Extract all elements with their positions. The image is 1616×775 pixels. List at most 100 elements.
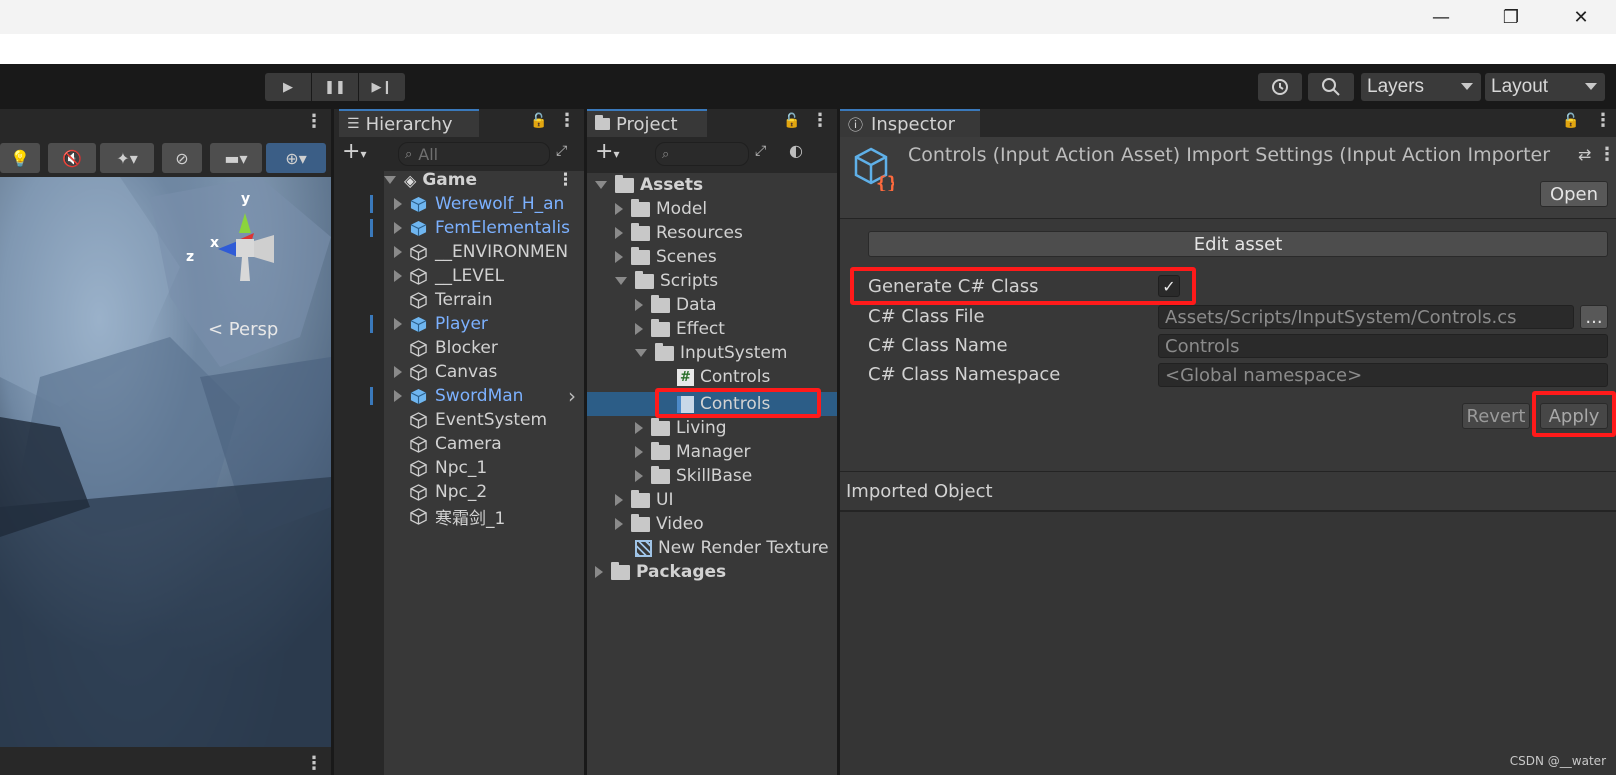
tab-inspector[interactable]: ⓘ Inspector (840, 109, 980, 137)
persp-label[interactable]: < Persp (208, 319, 278, 340)
class-name-field[interactable]: Controls (1158, 334, 1608, 358)
effects-toggle-icon[interactable]: ✦▾ (100, 143, 154, 173)
expand-arrow-icon[interactable] (615, 494, 623, 506)
tree-item-living[interactable]: Living (635, 416, 727, 440)
expand-arrow-icon[interactable] (635, 470, 643, 482)
expand-arrow-icon[interactable] (635, 446, 643, 458)
browse-button[interactable]: ... (1580, 305, 1608, 329)
lock-icon[interactable]: 🔓 (1562, 113, 1579, 129)
more-options-icon[interactable]: ⋮ (1594, 110, 1612, 131)
expand-arrow-icon[interactable] (394, 270, 402, 282)
hierarchy-item[interactable]: FemElementalis (362, 216, 584, 240)
lighting-toggle-icon[interactable]: 💡 (0, 143, 40, 173)
hierarchy-item[interactable]: Player (362, 312, 584, 336)
expand-arrow-icon[interactable] (635, 349, 647, 357)
expand-arrow-icon[interactable] (615, 251, 623, 263)
expand-arrow-icon[interactable] (635, 422, 643, 434)
expand-arrow-icon[interactable] (384, 176, 396, 184)
tree-item-assets[interactable]: Assets (595, 173, 703, 197)
history-icon[interactable] (1258, 73, 1302, 101)
class-file-field[interactable]: Assets/Scripts/InputSystem/Controls.cs (1158, 305, 1574, 329)
expand-arrow-icon[interactable] (615, 227, 623, 239)
tree-item-render-texture[interactable]: New Render Texture (635, 536, 837, 560)
maximize-icon[interactable]: ❐ (1476, 0, 1546, 34)
pause-button[interactable]: ❚❚ (312, 73, 358, 101)
expand-arrow-icon[interactable] (615, 203, 623, 215)
tree-item-model[interactable]: Model (615, 197, 707, 221)
tree-item-scripts[interactable]: Scripts (615, 269, 718, 293)
edit-asset-button[interactable]: Edit asset (868, 231, 1608, 257)
hierarchy-item[interactable]: SwordMan › (362, 384, 584, 408)
tree-item-data[interactable]: Data (635, 293, 717, 317)
hierarchy-item[interactable]: Blocker (362, 336, 584, 360)
expand-arrow-icon[interactable] (394, 366, 402, 378)
minimize-icon[interactable]: — (1406, 0, 1476, 34)
visibility-toggle-icon[interactable]: ⊘ (162, 143, 202, 173)
tree-item-inputsystem[interactable]: InputSystem (635, 341, 787, 365)
expand-arrow-icon[interactable] (635, 323, 643, 335)
search-input[interactable]: ⌕ All (398, 142, 550, 166)
expand-arrow-icon[interactable] (394, 246, 402, 258)
layers-dropdown[interactable]: Layers (1361, 73, 1481, 101)
camera-settings-icon[interactable]: ▬▾ (210, 143, 262, 173)
hierarchy-root-game[interactable]: ◈ Game ⋮ (384, 168, 584, 192)
tree-item-effect[interactable]: Effect (635, 317, 725, 341)
step-button[interactable]: ▶❙ (359, 73, 405, 101)
class-namespace-field[interactable]: <Global namespace> (1158, 363, 1608, 387)
more-options-icon[interactable]: ⋮ (558, 110, 576, 131)
expand-window-icon[interactable]: ⤢ (755, 143, 766, 159)
tree-item-video[interactable]: Video (615, 512, 704, 536)
expand-arrow-icon[interactable] (394, 222, 402, 234)
expand-arrow-icon[interactable] (394, 318, 402, 330)
hierarchy-item[interactable]: 寒霜剑_1 (362, 504, 584, 528)
expand-arrow-icon[interactable] (615, 518, 623, 530)
tree-item-resources[interactable]: Resources (615, 221, 743, 245)
layout-dropdown[interactable]: Layout (1485, 73, 1605, 101)
expand-arrow-icon[interactable] (635, 299, 643, 311)
open-button[interactable]: Open (1540, 181, 1608, 207)
create-button[interactable]: +▾ (595, 139, 619, 164)
hierarchy-item[interactable]: Werewolf_H_an (362, 192, 584, 216)
tree-item-manager[interactable]: Manager (635, 440, 751, 464)
lock-icon[interactable]: 🔓 (530, 113, 547, 129)
tree-item-ui[interactable]: UI (615, 488, 673, 512)
audio-mute-icon[interactable]: 🔇 (48, 143, 96, 173)
expand-arrow-icon[interactable] (595, 181, 607, 189)
expand-arrow-icon[interactable] (615, 277, 627, 285)
close-icon[interactable]: ✕ (1546, 0, 1616, 34)
hierarchy-item[interactable]: Terrain (362, 288, 584, 312)
more-options-icon[interactable]: ⋮ (305, 753, 323, 774)
more-options-icon[interactable]: ⋮ (557, 170, 574, 190)
filter-by-type-icon[interactable]: ◐ (789, 141, 803, 160)
tree-item-scenes[interactable]: Scenes (615, 245, 717, 269)
hierarchy-item[interactable]: EventSystem (362, 408, 584, 432)
tab-project[interactable]: Project (587, 109, 707, 137)
expand-window-icon[interactable]: ⤢ (556, 143, 567, 159)
search-input[interactable]: ⌕ (655, 142, 749, 166)
hierarchy-item[interactable]: Npc_1 (362, 456, 584, 480)
more-options-icon[interactable]: ⋮ (305, 111, 323, 132)
more-options-icon[interactable]: ⋮ (811, 110, 829, 131)
hierarchy-item[interactable]: Canvas (362, 360, 584, 384)
tree-item-controls-script[interactable]: # Controls (677, 365, 770, 389)
play-button[interactable]: ▶ (265, 73, 311, 101)
lock-icon[interactable]: 🔓 (783, 113, 800, 129)
gizmos-toggle-icon[interactable]: ⊕▾ (266, 143, 326, 173)
expand-arrow-icon[interactable] (595, 566, 603, 578)
scene-viewport[interactable]: y x z < Persp (0, 177, 331, 747)
revert-button[interactable]: Revert (1462, 403, 1530, 429)
expand-arrow-icon[interactable] (394, 390, 402, 402)
settings-sliders-icon[interactable]: ⇄ (1578, 145, 1591, 164)
hierarchy-item[interactable]: __LEVEL (362, 264, 584, 288)
tree-item-packages[interactable]: Packages (595, 560, 726, 584)
hierarchy-item[interactable]: __ENVIRONMEN (362, 240, 584, 264)
hierarchy-item[interactable]: Camera (362, 432, 584, 456)
tab-hierarchy[interactable]: ☰ Hierarchy (339, 109, 479, 137)
hierarchy-item[interactable]: Npc_2 (362, 480, 584, 504)
tree-item-skillbase[interactable]: SkillBase (635, 464, 752, 488)
search-icon[interactable] (1308, 73, 1354, 101)
more-options-icon[interactable]: ⋮ (1598, 144, 1616, 165)
chevron-right-icon[interactable]: › (568, 384, 576, 408)
create-button[interactable]: +▾ (342, 139, 366, 164)
expand-arrow-icon[interactable] (394, 198, 402, 210)
